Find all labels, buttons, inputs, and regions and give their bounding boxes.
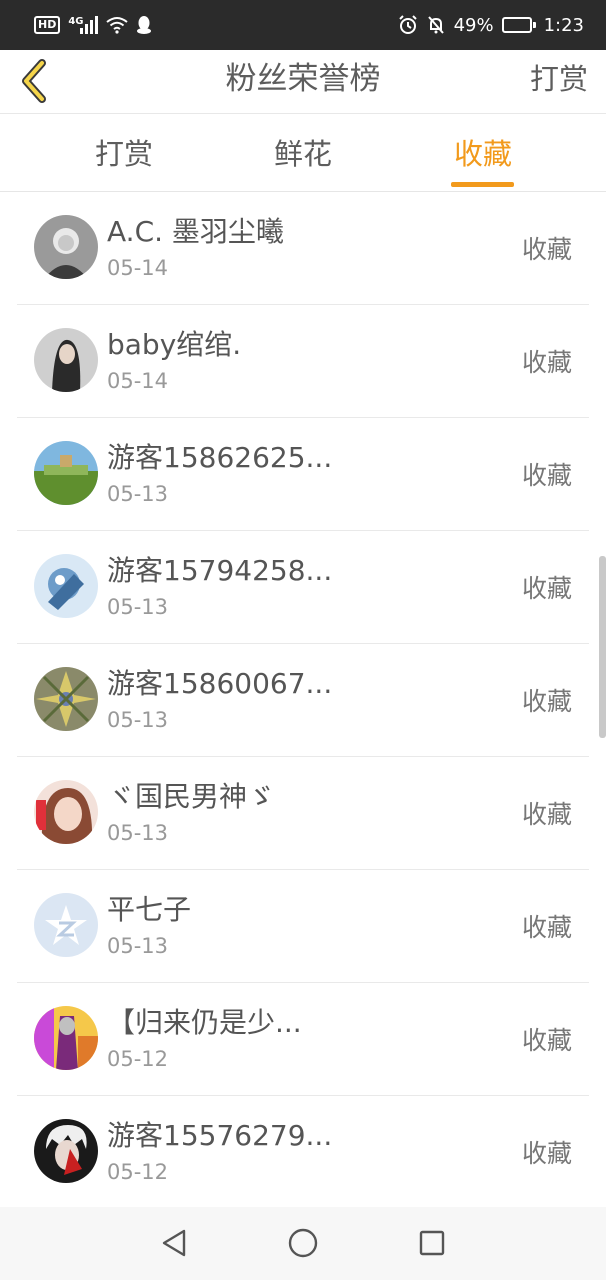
fan-action: 收藏	[521, 235, 572, 264]
fan-name: baby绾绾.	[107, 328, 242, 361]
battery-percent: 49%	[453, 14, 494, 36]
list-item[interactable]: A.C. 墨羽尘曦 05-14 收藏	[0, 192, 606, 305]
alarm-icon	[398, 15, 417, 34]
fan-action: 收藏	[521, 687, 572, 716]
fan-name: 游客15794258...	[107, 554, 333, 587]
avatar	[34, 441, 98, 505]
fan-list: A.C. 墨羽尘曦 05-14 收藏 baby绾绾. 05-14 收藏 游客15…	[0, 192, 606, 1209]
fan-name: A.C. 墨羽尘曦	[107, 215, 284, 248]
tab-favorites[interactable]: 收藏	[454, 115, 512, 192]
avatar	[34, 1119, 98, 1183]
list-item[interactable]: 游客15860067... 05-13 收藏	[0, 644, 606, 757]
hd-icon: HD	[34, 16, 61, 34]
avatar	[34, 215, 98, 279]
avatar	[34, 893, 98, 957]
fan-date: 05-12	[107, 1160, 169, 1184]
square-recents-icon	[419, 1230, 445, 1256]
system-nav-bar	[0, 1207, 606, 1280]
list-item[interactable]: 游客15862625... 05-13 收藏	[0, 418, 606, 531]
tab-tip[interactable]: 打赏	[95, 115, 153, 192]
fan-action: 收藏	[521, 913, 572, 942]
tip-button[interactable]: 打赏	[530, 50, 588, 114]
list-item[interactable]: 【归来仍是少... 05-12 收藏	[0, 983, 606, 1096]
nav-home-button[interactable]	[283, 1223, 323, 1263]
fan-action: 收藏	[521, 348, 572, 377]
cellular-signal-icon: 4G	[68, 16, 98, 34]
fan-name: 游客15862625...	[107, 441, 333, 474]
fan-date: 05-13	[107, 821, 169, 845]
fan-date: 05-14	[107, 369, 169, 393]
mute-bell-icon	[427, 16, 444, 34]
tab-bar: 打赏 鲜花 收藏	[0, 115, 606, 192]
qq-icon	[136, 16, 151, 34]
fan-name: ヾ国民男神ゞ	[107, 780, 276, 813]
circle-home-icon	[288, 1228, 318, 1258]
avatar	[34, 667, 98, 731]
fan-action: 收藏	[521, 461, 572, 490]
fan-name: 【归来仍是少...	[107, 1006, 302, 1039]
fan-action: 收藏	[521, 574, 572, 603]
avatar	[34, 554, 98, 618]
page-title: 粉丝荣誉榜	[225, 61, 381, 97]
fan-action: 收藏	[521, 1139, 572, 1168]
fan-date: 05-13	[107, 595, 169, 619]
header: 粉丝荣誉榜 打赏	[0, 50, 606, 114]
list-item[interactable]: ヾ国民男神ゞ 05-13 收藏	[0, 757, 606, 870]
fan-name: 游客15860067...	[107, 667, 333, 700]
fan-date: 05-13	[107, 482, 169, 506]
fan-action: 收藏	[521, 800, 572, 829]
fan-date: 05-12	[107, 1047, 169, 1071]
scrollbar[interactable]	[599, 556, 606, 738]
list-item[interactable]: 游客15576279... 05-12 收藏	[0, 1096, 606, 1209]
list-item[interactable]: 游客15794258... 05-13 收藏	[0, 531, 606, 644]
list-item[interactable]: baby绾绾. 05-14 收藏	[0, 305, 606, 418]
fan-date: 05-13	[107, 934, 169, 958]
active-tab-indicator	[451, 182, 514, 187]
avatar	[34, 1006, 98, 1070]
fan-name: 游客15576279...	[107, 1119, 333, 1152]
list-item[interactable]: 平七子 05-13 收藏	[0, 870, 606, 983]
tab-flowers[interactable]: 鲜花	[274, 115, 332, 192]
fan-date: 05-13	[107, 708, 169, 732]
avatar	[34, 328, 98, 392]
nav-back-button[interactable]	[154, 1223, 194, 1263]
battery-icon	[501, 17, 536, 33]
clock: 1:23	[543, 14, 584, 36]
status-bar: HD 4G 49% 1:23	[0, 0, 606, 50]
triangle-back-icon	[162, 1229, 186, 1257]
fan-action: 收藏	[521, 1026, 572, 1055]
wifi-icon	[105, 17, 128, 34]
nav-recents-button[interactable]	[412, 1223, 452, 1263]
fan-date: 05-14	[107, 256, 169, 280]
avatar	[34, 780, 98, 844]
fan-name: 平七子	[107, 893, 192, 926]
